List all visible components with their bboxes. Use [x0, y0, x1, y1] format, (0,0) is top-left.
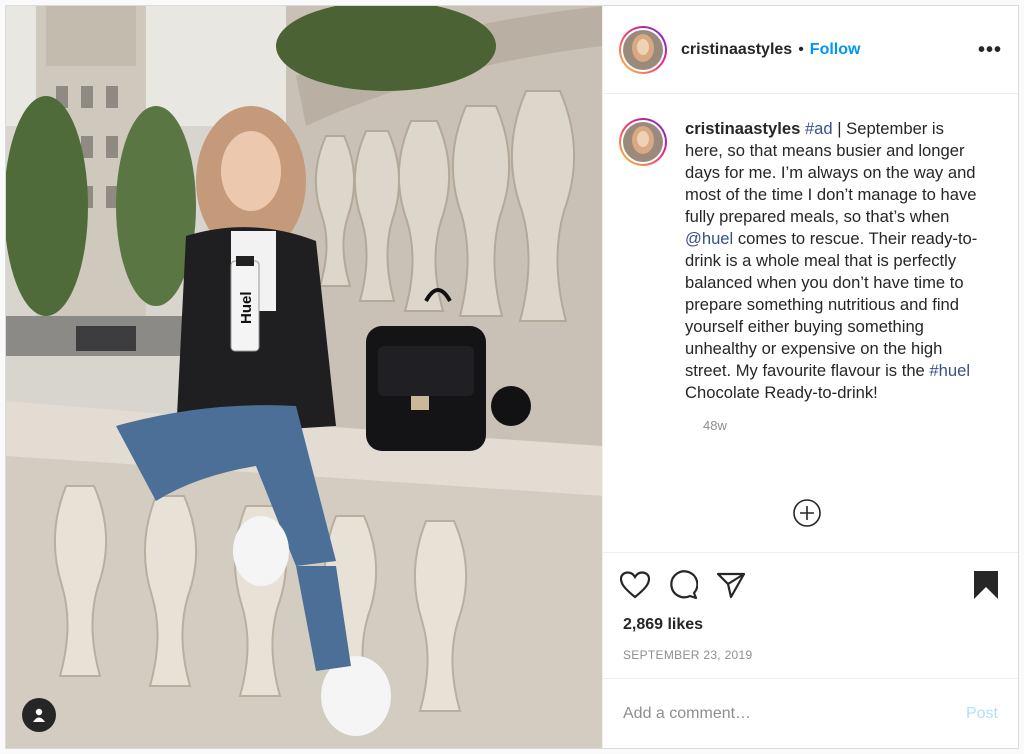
caption-avatar[interactable] [619, 118, 667, 166]
caption-username[interactable]: cristinaastyles [685, 119, 800, 138]
caption-segment: comes to rescue. Their ready-to-drink is… [685, 229, 978, 380]
hashtag-huel[interactable]: #huel [929, 361, 970, 380]
user-tag-icon[interactable] [22, 698, 56, 732]
post-header: cristinaastyles • Follow ••• [603, 6, 1018, 94]
bottle-label: Huel [238, 291, 255, 324]
likes-count[interactable]: 2,869 likes [603, 616, 1018, 642]
post-photo[interactable]: Huel [6, 6, 602, 748]
post-date: SEPTEMBER 23, 2019 [623, 648, 753, 662]
comments-area: cristinaastyles #ad | September is here,… [603, 94, 1018, 552]
follow-button[interactable]: Follow [810, 41, 861, 59]
caption: cristinaastyles #ad | September is here,… [619, 118, 1002, 404]
comment-icon[interactable] [667, 569, 699, 601]
caption-segment: Chocolate Ready-to-drink! [685, 383, 878, 402]
comment-input[interactable] [623, 704, 966, 723]
post-comment-button[interactable]: Post [966, 705, 998, 723]
bookmark-icon[interactable] [970, 569, 1002, 601]
action-bar [603, 552, 1018, 616]
caption-timestamp[interactable]: 48w [703, 418, 1002, 433]
more-options-icon[interactable]: ••• [978, 40, 1002, 60]
share-icon[interactable] [715, 569, 747, 601]
heart-icon[interactable] [619, 569, 651, 601]
add-comment-bar: Post [603, 678, 1018, 748]
header-username[interactable]: cristinaastyles [681, 41, 792, 59]
plus-circle-icon[interactable] [792, 498, 822, 528]
caption-text: cristinaastyles #ad | September is here,… [685, 118, 985, 404]
hashtag-ad[interactable]: #ad [805, 119, 833, 138]
header-separator: • [798, 40, 804, 58]
post-side-panel: cristinaastyles • Follow ••• cristinaast… [602, 6, 1018, 748]
mention-huel[interactable]: @huel [685, 229, 733, 248]
photo-scene: Huel [6, 6, 602, 748]
post-dialog: Huel cristinaastyles • Follow ••• cristi… [5, 5, 1019, 749]
avatar[interactable] [619, 25, 667, 74]
